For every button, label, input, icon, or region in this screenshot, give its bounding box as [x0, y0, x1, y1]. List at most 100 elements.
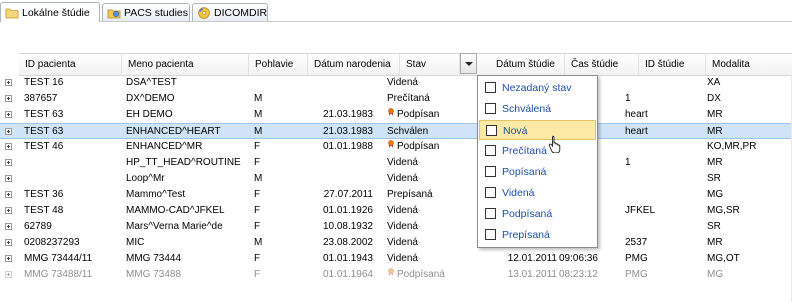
- table-row[interactable]: TEST 48MAMMO-CAD^JFKELF01.01.1926Videná:…: [0, 203, 792, 219]
- table-row[interactable]: TEST 63 ENHANCED^HEART M 21.03.1983 Schválen…: [0, 123, 792, 139]
- table-row[interactable]: MMG 73444/11 MMG 73444 F 01.01.1943 Videná 12…: [0, 251, 792, 267]
- status-filter-button[interactable]: [460, 53, 477, 74]
- expand-row-icon[interactable]: [5, 159, 12, 166]
- sex-cell-text: F: [254, 157, 261, 168]
- table-row[interactable]: TEST 16DSA^TESTVidená:45XA: [0, 75, 792, 91]
- header-modality[interactable]: Modalita: [706, 54, 792, 75]
- header-patient-name[interactable]: Meno pacienta: [122, 54, 249, 75]
- expand-row-icon[interactable]: [5, 207, 12, 214]
- tab-dicomdir[interactable]: DICOMDIR: [192, 3, 268, 21]
- study-id-cell: heart: [625, 124, 685, 140]
- status-filter-option[interactable]: Nová: [479, 120, 596, 140]
- expand-row-icon[interactable]: [5, 255, 12, 262]
- expand-row-icon[interactable]: [5, 239, 12, 246]
- modality-cell: KO,MR,PR: [707, 139, 787, 155]
- expand-row-icon[interactable]: [5, 191, 12, 198]
- table-row[interactable]: TEST 46ENHANCED^MRF01.01.1988Podpísan:59…: [0, 139, 792, 155]
- tab-pacs-studies[interactable]: PACS studies: [102, 3, 190, 21]
- status-cell-text: Videná: [387, 237, 418, 248]
- header-sex[interactable]: Pohlavie: [249, 54, 308, 75]
- header-status[interactable]: Stav: [400, 54, 460, 75]
- patient-id-cell-text: MMG 73444/11: [24, 253, 93, 264]
- checkbox[interactable]: [485, 82, 496, 93]
- status-filter-option[interactable]: Prečítaná: [479, 141, 596, 161]
- patient-id-cell: TEST 63: [24, 124, 124, 140]
- modality-cell: MG,SR: [707, 203, 787, 219]
- expand-row-icon[interactable]: [5, 143, 12, 150]
- study-id-cell-text: 2537: [625, 237, 648, 248]
- patient-name-cell-text: Mammo^Test: [126, 189, 186, 200]
- modality-cell-text: MG,OT: [707, 253, 740, 264]
- modality-cell-text: MG,SR: [707, 205, 740, 216]
- birth-date-cell: [289, 171, 373, 187]
- patient-id-cell-text: 387657: [24, 93, 58, 104]
- sex-cell-text: F: [254, 141, 261, 152]
- tab-label: PACS studies: [124, 6, 188, 19]
- status-filter-option[interactable]: Popísaná: [479, 162, 596, 182]
- study-id-cell-text: JFKEL: [625, 205, 656, 216]
- birth-date-cell: 21.03.1983: [289, 124, 373, 140]
- study-id-cell: [625, 171, 685, 187]
- status-cell-text: Podpísaná: [397, 269, 445, 280]
- header-patient-id[interactable]: ID pacienta: [19, 54, 122, 75]
- status-filter-option-label: Prepísaná: [502, 229, 550, 241]
- patient-name-cell: MIC: [126, 235, 254, 251]
- checkbox[interactable]: [485, 208, 496, 219]
- expand-row-icon[interactable]: [5, 95, 12, 102]
- modality-cell: XA: [707, 75, 787, 91]
- table-row[interactable]: TEST 36Mammo^TestF27.07.2011Prepísaná:58…: [0, 187, 792, 203]
- birth-date-cell-text: 01.01.1943: [322, 253, 373, 264]
- expand-row-icon[interactable]: [5, 175, 12, 182]
- patient-name-cell: Mammo^Test: [126, 187, 254, 203]
- patient-name-cell-text: DX^DEMO: [126, 93, 175, 104]
- table-row[interactable]: TEST 63EH DEMOM21.03.1983Podpísan:13hear…: [0, 107, 792, 123]
- table-row[interactable]: Loop^Mr M Videná SR: [0, 171, 792, 187]
- header-study-date[interactable]: Dátum štúdie: [477, 54, 565, 75]
- checkbox[interactable]: [485, 166, 496, 177]
- expand-row-icon[interactable]: [5, 79, 12, 86]
- table-row[interactable]: HP_TT_HEAD^ROUTINE F Videná 1 MR: [0, 155, 792, 171]
- status-filter-option[interactable]: Schválená: [479, 99, 596, 119]
- birth-date-cell-text: 01.01.1988: [322, 141, 373, 152]
- expand-row-icon[interactable]: [5, 271, 12, 278]
- modality-cell: DX: [707, 91, 787, 107]
- table-row[interactable]: 0208237293MICM23.08.2002Videná19.05.2010…: [0, 235, 792, 251]
- expand-row-icon[interactable]: [5, 223, 12, 230]
- patient-id-cell: 387657: [24, 91, 124, 107]
- mouse-cursor-icon: [548, 135, 562, 154]
- table-row[interactable]: 387657DX^DEMOMPrečítaná:001DX: [0, 91, 792, 107]
- checkbox[interactable]: [485, 187, 496, 198]
- table-row[interactable]: 62789 Mars^Verna Marie^de F 10.08.1932 Viden…: [0, 219, 792, 235]
- checkbox[interactable]: [486, 125, 497, 136]
- status-filter-option[interactable]: Podpísaná: [479, 204, 596, 224]
- status-filter-option[interactable]: Videná: [479, 183, 596, 203]
- birth-date-cell-text: 23.08.2002: [322, 237, 373, 248]
- birth-date-cell-text: 01.01.1964: [322, 269, 373, 280]
- status-cell: Videná: [387, 171, 457, 187]
- header-study-time[interactable]: Čas štúdie: [565, 54, 639, 75]
- header-birth-date[interactable]: Dátum narodenia: [308, 54, 400, 75]
- status-filter-option-label: Prečítaná: [502, 145, 547, 157]
- patient-name-cell: MMG 73444: [126, 251, 254, 267]
- patient-name-cell-text: EH DEMO: [126, 109, 173, 120]
- study-date-cell: 13.01.2011: [478, 267, 557, 283]
- expand-row-icon[interactable]: [5, 128, 12, 135]
- study-id-cell: heart: [625, 107, 685, 123]
- patient-name-cell-text: MMG 73488: [126, 269, 182, 280]
- tab-local-studies[interactable]: Lokálne štúdie: [0, 2, 100, 22]
- header-study-id[interactable]: ID štúdie: [639, 54, 706, 75]
- table-row[interactable]: MMG 73488/11 MMG 73488 F 01.01.1964 Podpísan…: [0, 267, 792, 283]
- modality-cell: MG,OT: [707, 251, 787, 267]
- checkbox[interactable]: [485, 103, 496, 114]
- checkbox[interactable]: [485, 229, 496, 240]
- birth-date-cell: 01.01.1926: [289, 203, 373, 219]
- checkbox[interactable]: [485, 145, 496, 156]
- status-filter-option[interactable]: Prepísaná: [479, 225, 596, 245]
- birth-date-cell: [289, 75, 373, 91]
- birth-date-cell-text: 21.03.1983: [322, 109, 373, 120]
- expand-row-icon[interactable]: [5, 111, 12, 118]
- status-filter-option[interactable]: Nezadaný stav: [479, 78, 596, 98]
- study-id-cell-text: 1: [625, 157, 631, 168]
- patient-name-cell-text: MMG 73444: [126, 253, 182, 264]
- status-filter-option-label: Popísaná: [502, 166, 547, 178]
